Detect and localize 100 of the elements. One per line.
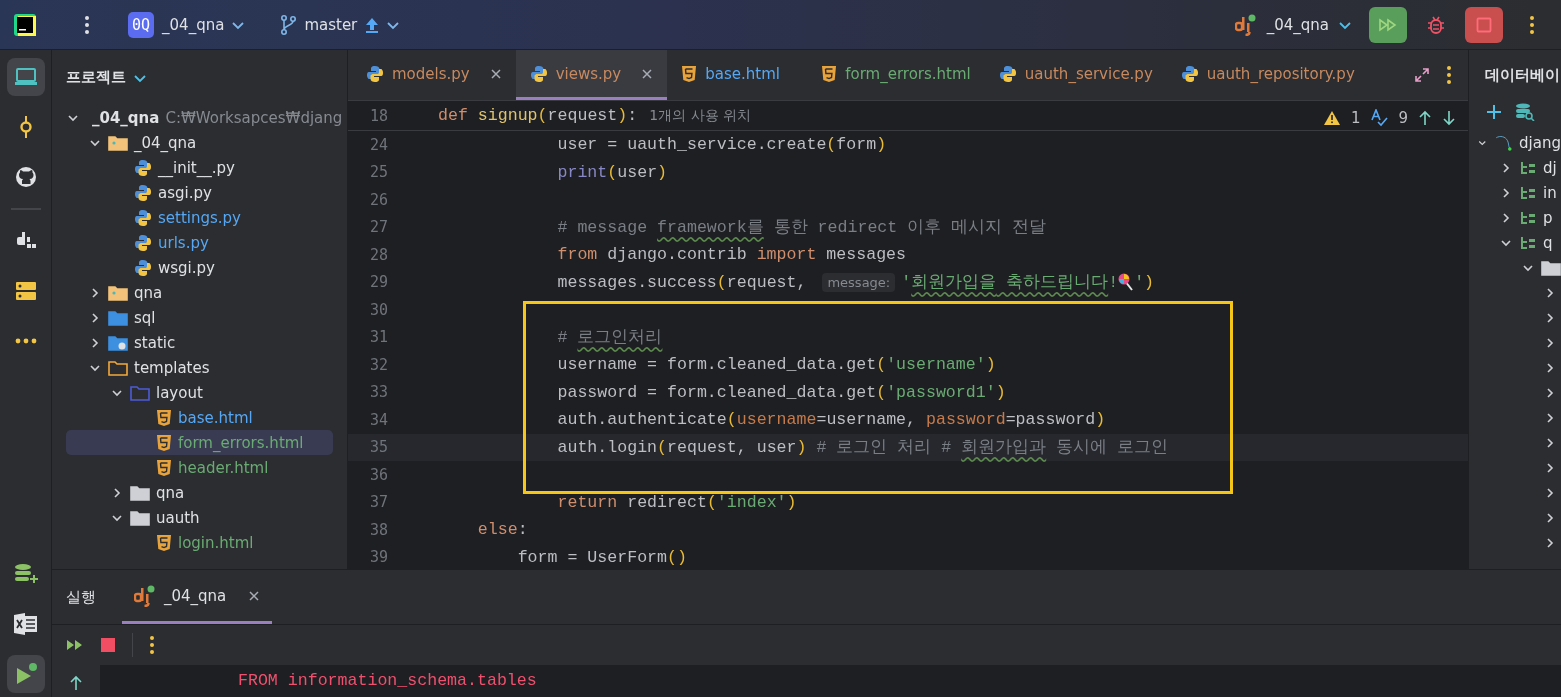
tree-item[interactable]: sql <box>66 305 333 330</box>
tree-item[interactable]: wsgi.py <box>66 255 333 280</box>
code-line: else: <box>476 520 528 540</box>
close-icon[interactable] <box>641 67 654 80</box>
tree-item-label: static <box>134 333 176 352</box>
branch-name[interactable]: master <box>304 15 358 34</box>
more-icon <box>14 338 37 344</box>
typo-count[interactable]: 9 <box>1398 109 1408 127</box>
panel-title[interactable]: 프로젝트 <box>66 68 126 87</box>
editor-tab[interactable]: views.py <box>515 50 668 100</box>
line-number: 30 <box>369 300 390 319</box>
tree-item-label: in <box>1543 183 1557 202</box>
panel-title[interactable]: 데이터베이 <box>1485 65 1560 85</box>
tree-item-label: _04_qna <box>134 133 197 152</box>
folder-icon <box>130 384 150 401</box>
tree-item[interactable]: header.html <box>66 455 333 480</box>
tree-item[interactable]: __init__.py <box>66 155 333 180</box>
close-icon[interactable] <box>248 589 261 602</box>
plus-icon[interactable] <box>1487 105 1501 119</box>
caret-icon[interactable] <box>387 19 400 30</box>
caret-icon[interactable] <box>232 19 245 30</box>
project-name[interactable]: _04_qna <box>162 15 225 34</box>
spreadsheet-icon <box>12 612 39 636</box>
tree-item[interactable]: templates <box>66 355 333 380</box>
code-line: def signup(request): <box>438 106 638 125</box>
caret-icon[interactable] <box>134 72 146 83</box>
more-options-icon[interactable] <box>1529 14 1535 35</box>
tree-item[interactable]: static <box>66 330 333 355</box>
editor-tab[interactable]: base.html <box>667 50 808 100</box>
tree-item[interactable]: urls.py <box>66 230 333 255</box>
tree-item[interactable]: qna <box>66 280 333 305</box>
line-number: 18 <box>369 106 390 125</box>
line-number: 35 <box>369 438 390 457</box>
tool-window-button[interactable] <box>6 655 45 693</box>
laptop-icon <box>13 67 38 87</box>
editor-tab[interactable]: form_errors.html <box>807 50 985 100</box>
usage-hint[interactable]: 1개의 사용 위치 <box>649 106 752 125</box>
server-icon <box>14 280 37 302</box>
code-line: user = uauth_service.create(form) <box>556 135 887 155</box>
rerun-button[interactable] <box>1369 6 1407 43</box>
tree-item[interactable]: qna <box>66 480 333 505</box>
database-search-icon[interactable] <box>1515 103 1535 121</box>
html5-icon <box>681 64 698 83</box>
arrow-up-icon[interactable] <box>1418 110 1432 126</box>
line-number: 31 <box>369 328 390 347</box>
tree-item-label: p <box>1543 208 1553 227</box>
close-icon[interactable] <box>489 67 502 80</box>
more-options-icon[interactable] <box>84 14 90 35</box>
line-number: 24 <box>369 135 390 154</box>
editor-tab[interactable]: uauth_repository.py <box>1166 50 1369 100</box>
editor-tab[interactable]: models.py <box>352 50 516 100</box>
stop-icon[interactable] <box>100 637 116 653</box>
expand-icon[interactable] <box>1414 67 1430 83</box>
caret-icon[interactable] <box>1339 19 1351 30</box>
line-number: 25 <box>369 163 390 182</box>
tree-item[interactable]: login.html <box>66 530 333 555</box>
project-badge: 0Q <box>128 11 155 38</box>
panel-title: 실행 <box>66 587 96 607</box>
tree-item[interactable]: settings.py <box>66 205 333 230</box>
code-line: return redirect('index') <box>556 492 797 512</box>
app-logo <box>14 13 36 36</box>
commit-icon <box>17 115 34 139</box>
line-number: 33 <box>369 383 390 402</box>
tree-item-label: qna <box>134 283 163 302</box>
python-icon <box>1180 64 1199 83</box>
tree-item-label: uauth <box>156 508 200 527</box>
code-line: password = form.cleaned_data.get('password1') <box>556 382 1006 402</box>
tree-item-label: q <box>1543 233 1553 252</box>
push-icon[interactable] <box>365 16 380 33</box>
tree-item-label: login.html <box>178 533 254 552</box>
warning-count[interactable]: 1 <box>1350 109 1361 127</box>
code-line: form = UserForm() <box>516 547 687 567</box>
run-configuration[interactable]: _04_qna <box>1266 15 1329 34</box>
line-number: 26 <box>369 190 390 209</box>
run-tab[interactable]: _04_qna <box>122 570 273 624</box>
arrow-down-icon[interactable] <box>1442 110 1456 126</box>
html5-icon <box>156 408 172 427</box>
more-options-icon[interactable] <box>1446 65 1452 85</box>
tree-item-label: wsgi.py <box>158 258 215 277</box>
tree-item-label: base.html <box>178 408 253 427</box>
folder-icon <box>130 509 150 526</box>
django-icon <box>14 231 37 251</box>
django-icon <box>134 584 156 607</box>
bug-icon <box>1427 14 1445 35</box>
tree-item[interactable]: asgi.py <box>66 180 333 205</box>
stop-button[interactable] <box>1465 6 1503 43</box>
editor-tab[interactable]: uauth_service.py <box>984 50 1167 100</box>
more-options-icon[interactable] <box>149 635 155 655</box>
tree-item[interactable]: layout <box>66 380 333 405</box>
github-icon <box>14 166 37 188</box>
tree-item[interactable]: uauth <box>66 505 333 530</box>
arrow-up-icon[interactable] <box>69 675 83 691</box>
tree-item[interactable]: _04_qna <box>66 130 333 155</box>
tree-item-label: settings.py <box>158 208 241 227</box>
tree-item-label: qna <box>156 483 185 502</box>
rerun-icon[interactable] <box>66 638 84 652</box>
tool-window-button[interactable] <box>6 58 45 96</box>
tree-item[interactable]: base.html <box>66 405 333 430</box>
tree-item[interactable]: form_errors.html <box>66 430 333 455</box>
tree-item-label: __init__.py <box>158 158 235 177</box>
